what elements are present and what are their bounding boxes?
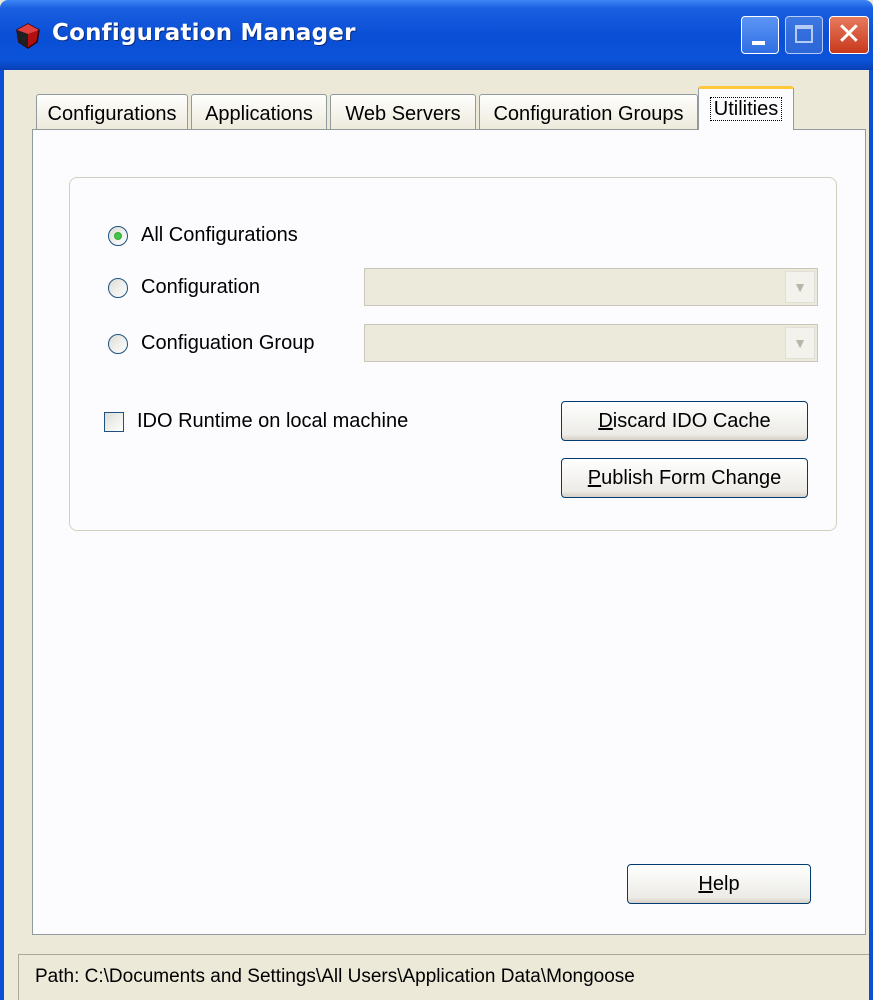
tab-configurations[interactable]: Configurations xyxy=(36,94,188,132)
help-button[interactable]: Help xyxy=(627,864,811,904)
tab-web-servers[interactable]: Web Servers xyxy=(330,94,476,132)
close-button[interactable]: ✕ xyxy=(829,16,869,54)
minimize-button[interactable] xyxy=(741,16,779,54)
radio-label: All Configurations xyxy=(141,224,298,246)
status-path: Path: C:\Documents and Settings\All User… xyxy=(18,954,869,1000)
utilities-panel: All Configurations Configuration ▼ Confi… xyxy=(32,129,866,935)
window-title: Configuration Manager xyxy=(52,20,356,46)
configuration-group-dropdown: ▼ xyxy=(364,324,818,362)
configuration-manager-window: Configuration Manager ✕ Configurations A… xyxy=(0,0,873,1000)
discard-ido-cache-button[interactable]: Discard IDO Cache xyxy=(561,401,808,441)
publish-form-change-button[interactable]: Publish Form Change xyxy=(561,458,808,498)
title-bar[interactable]: Configuration Manager ✕ xyxy=(0,0,873,70)
tab-label: Configurations xyxy=(47,103,177,125)
tab-label: Applications xyxy=(205,103,313,125)
app-shield-icon xyxy=(16,23,40,49)
chevron-down-icon: ▼ xyxy=(785,271,815,303)
maximize-button[interactable] xyxy=(785,16,823,54)
radio-button[interactable] xyxy=(108,278,128,298)
ido-runtime-checkbox[interactable] xyxy=(104,412,124,432)
configuration-dropdown: ▼ xyxy=(364,268,818,306)
client-area: Configurations Applications Web Servers … xyxy=(4,70,869,1000)
tab-applications[interactable]: Applications xyxy=(191,94,327,132)
button-label: elp xyxy=(712,873,740,895)
status-bar: Path: C:\Documents and Settings\All User… xyxy=(4,950,869,1000)
window-frame-right xyxy=(869,70,873,1000)
button-label: ublish Form Change xyxy=(601,467,782,489)
minimize-icon xyxy=(752,41,765,45)
radio-button[interactable] xyxy=(108,226,128,246)
tab-utilities[interactable]: Utilities xyxy=(698,86,794,130)
radio-button[interactable] xyxy=(108,334,128,354)
radio-label: Configuation Group xyxy=(141,332,315,354)
mnemonic-letter: H xyxy=(698,873,713,895)
tab-label: Utilities xyxy=(709,97,783,121)
chevron-down-icon: ▼ xyxy=(785,327,815,359)
tab-configuration-groups[interactable]: Configuration Groups xyxy=(479,94,698,132)
button-label: iscard IDO Cache xyxy=(612,410,771,432)
tab-label: Configuration Groups xyxy=(493,103,684,125)
maximize-icon xyxy=(795,25,813,43)
mnemonic-letter: P xyxy=(587,467,602,489)
checkbox-label: IDO Runtime on local machine xyxy=(137,410,409,432)
tab-label: Web Servers xyxy=(345,103,461,125)
close-icon: ✕ xyxy=(836,17,862,52)
radio-label: Configuration xyxy=(141,276,260,298)
mnemonic-letter: D xyxy=(598,410,613,432)
